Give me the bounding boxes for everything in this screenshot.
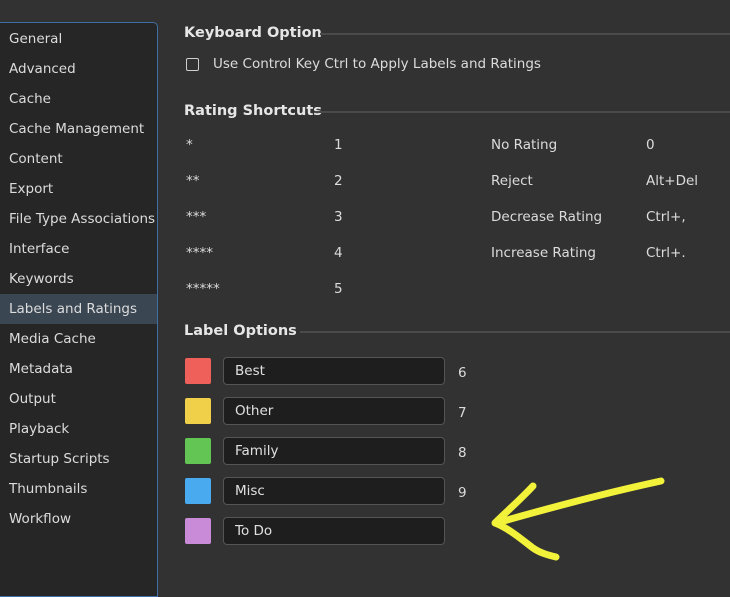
rating-action: Increase Rating	[491, 245, 596, 261]
rating-stars: *	[186, 137, 193, 153]
rating-key: 4	[334, 245, 343, 261]
sidebar-item-startup-scripts[interactable]: Startup Scripts	[0, 444, 157, 474]
rating-action-key: Alt+Del	[646, 173, 699, 189]
rating-key: 3	[334, 209, 343, 225]
sidebar-item-content[interactable]: Content	[0, 144, 157, 174]
sidebar-item-metadata[interactable]: Metadata	[0, 354, 157, 384]
rating-shortcuts-title: Rating Shortcuts	[184, 103, 322, 119]
keyboard-option-title: Keyboard Option	[184, 25, 322, 41]
section-divider	[315, 111, 730, 113]
label-name-input[interactable]	[223, 477, 445, 505]
rating-action: Reject	[491, 173, 533, 189]
label-shortcut-key: 7	[458, 405, 467, 421]
sidebar-item-media-cache[interactable]: Media Cache	[0, 324, 157, 354]
sidebar-item-workflow[interactable]: Workflow	[0, 504, 157, 534]
rating-stars: **	[186, 173, 200, 189]
sidebar-item-keywords[interactable]: Keywords	[0, 264, 157, 294]
sidebar-item-output[interactable]: Output	[0, 384, 157, 414]
label-shortcut-key: 8	[458, 445, 467, 461]
label-shortcut-key: 9	[458, 485, 467, 501]
preferences-sidebar: General Advanced Cache Cache Management …	[0, 22, 158, 597]
label-color-swatch[interactable]	[185, 478, 211, 504]
sidebar-item-cache[interactable]: Cache	[0, 84, 157, 114]
rating-key: 1	[334, 137, 343, 153]
sidebar-item-playback[interactable]: Playback	[0, 414, 157, 444]
ctrl-key-checkbox[interactable]	[186, 58, 199, 71]
rating-action: Decrease Rating	[491, 209, 603, 225]
rating-stars: ***	[186, 209, 207, 225]
label-name-input[interactable]	[223, 397, 445, 425]
label-shortcut-key: 6	[458, 365, 467, 381]
sidebar-item-file-type-associations[interactable]: File Type Associations	[0, 204, 157, 234]
sidebar-item-interface[interactable]: Interface	[0, 234, 157, 264]
sidebar-item-cache-management[interactable]: Cache Management	[0, 114, 157, 144]
sidebar-item-labels-and-ratings[interactable]: Labels and Ratings	[0, 294, 157, 324]
section-divider	[320, 33, 730, 35]
sidebar-item-thumbnails[interactable]: Thumbnails	[0, 474, 157, 504]
label-name-input[interactable]	[223, 357, 445, 385]
rating-stars: ****	[186, 245, 213, 261]
annotation-arrow	[491, 477, 665, 561]
label-name-input[interactable]	[223, 437, 445, 465]
rating-action-key: Ctrl+.	[646, 245, 686, 261]
label-name-input[interactable]	[223, 517, 445, 545]
sidebar-item-export[interactable]: Export	[0, 174, 157, 204]
rating-stars: *****	[186, 281, 220, 297]
rating-action-key: Ctrl+,	[646, 209, 686, 225]
rating-key: 2	[334, 173, 343, 189]
rating-action: No Rating	[491, 137, 558, 153]
label-color-swatch[interactable]	[185, 398, 211, 424]
ctrl-key-checkbox-label[interactable]: Use Control Key Ctrl to Apply Labels and…	[213, 56, 541, 72]
rating-action-key: 0	[646, 137, 655, 153]
section-divider	[300, 331, 730, 333]
sidebar-item-general[interactable]: General	[0, 24, 157, 54]
label-color-swatch[interactable]	[185, 518, 211, 544]
label-color-swatch[interactable]	[185, 358, 211, 384]
sidebar-item-advanced[interactable]: Advanced	[0, 54, 157, 84]
rating-key: 5	[334, 281, 343, 297]
label-color-swatch[interactable]	[185, 438, 211, 464]
label-options-title: Label Options	[184, 323, 297, 339]
